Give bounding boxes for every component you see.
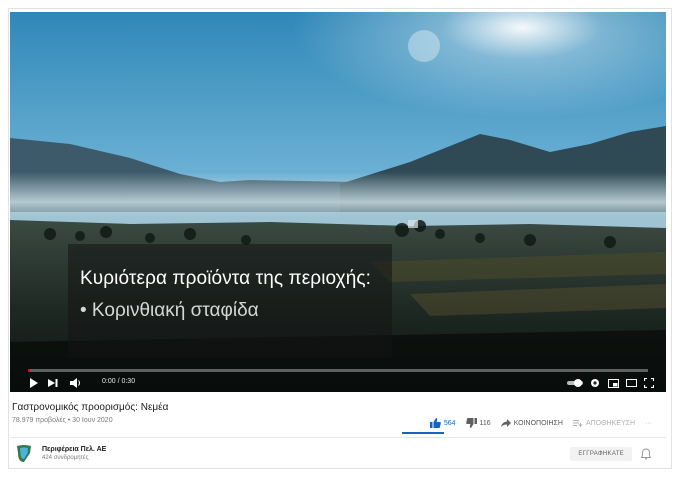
channel-row: Περιφέρεια Πελ. ΑΕ 424 συνδρομητές ΕΓΓΡΑ… (14, 443, 654, 465)
player-controls: 0:00 / 0:30 (10, 374, 666, 392)
caption-title: Κυριότερα προϊόντα της περιοχής: (80, 268, 372, 289)
theater-icon[interactable] (624, 374, 638, 392)
video-meta: Γαστρονομικός προορισμός: Νεμέα 78.979 π… (10, 398, 666, 466)
more-icon: ··· (645, 419, 652, 427)
like-button[interactable]: 564 (429, 418, 456, 428)
more-actions-button[interactable]: ··· (645, 420, 652, 427)
volume-icon[interactable] (68, 374, 84, 392)
channel-avatar[interactable] (14, 443, 34, 463)
dislike-button[interactable]: 116 (465, 418, 491, 428)
miniplayer-icon[interactable] (606, 374, 620, 392)
dislike-count: 116 (479, 419, 491, 427)
divider (10, 437, 666, 438)
video-title: Γαστρονομικός προορισμός: Νεμέα (12, 402, 169, 413)
settings-icon[interactable] (588, 374, 602, 392)
autoplay-toggle[interactable] (566, 374, 584, 392)
video-player[interactable]: Κυριότερα προϊόντα της περιοχής: • Κοριν… (10, 12, 666, 392)
like-count: 564 (443, 419, 456, 427)
next-icon[interactable] (46, 374, 60, 392)
time-display: 0:00 / 0:30 (102, 378, 136, 385)
bell-icon[interactable] (640, 448, 652, 460)
view-count: 78.979 προβολές • 30 Ιουν 2020 (12, 417, 113, 424)
action-bar: 564 116 ΚΟΙΝΟΠΟΙΗΣΗ ΑΠΟΘΗΚΕΥΣΗ ··· (429, 416, 652, 430)
channel-name[interactable]: Περιφέρεια Πελ. ΑΕ (42, 446, 106, 453)
caption-subtitle: • Κορινθιακή σταφίδα (80, 300, 259, 321)
play-icon[interactable] (26, 374, 40, 392)
share-icon (500, 419, 511, 427)
fullscreen-icon[interactable] (642, 374, 656, 392)
progress-bar[interactable] (28, 369, 648, 372)
share-label: ΚΟΙΝΟΠΟΙΗΣΗ (513, 419, 563, 427)
progress-fill (28, 369, 30, 372)
playlist-add-icon (572, 420, 583, 427)
like-bar-indicator (402, 432, 444, 434)
subscriber-count: 424 συνδρομητές (42, 455, 89, 461)
thumbs-up-icon (429, 418, 441, 428)
thumbs-down-icon (465, 418, 477, 428)
subscribe-button[interactable]: ΕΓΓΡΑΦΗΚΑΤΕ (570, 447, 632, 461)
save-button[interactable]: ΑΠΟΘΗΚΕΥΣΗ (572, 419, 635, 427)
save-label: ΑΠΟΘΗΚΕΥΣΗ (585, 419, 635, 427)
share-button[interactable]: ΚΟΙΝΟΠΟΙΗΣΗ (500, 419, 563, 427)
